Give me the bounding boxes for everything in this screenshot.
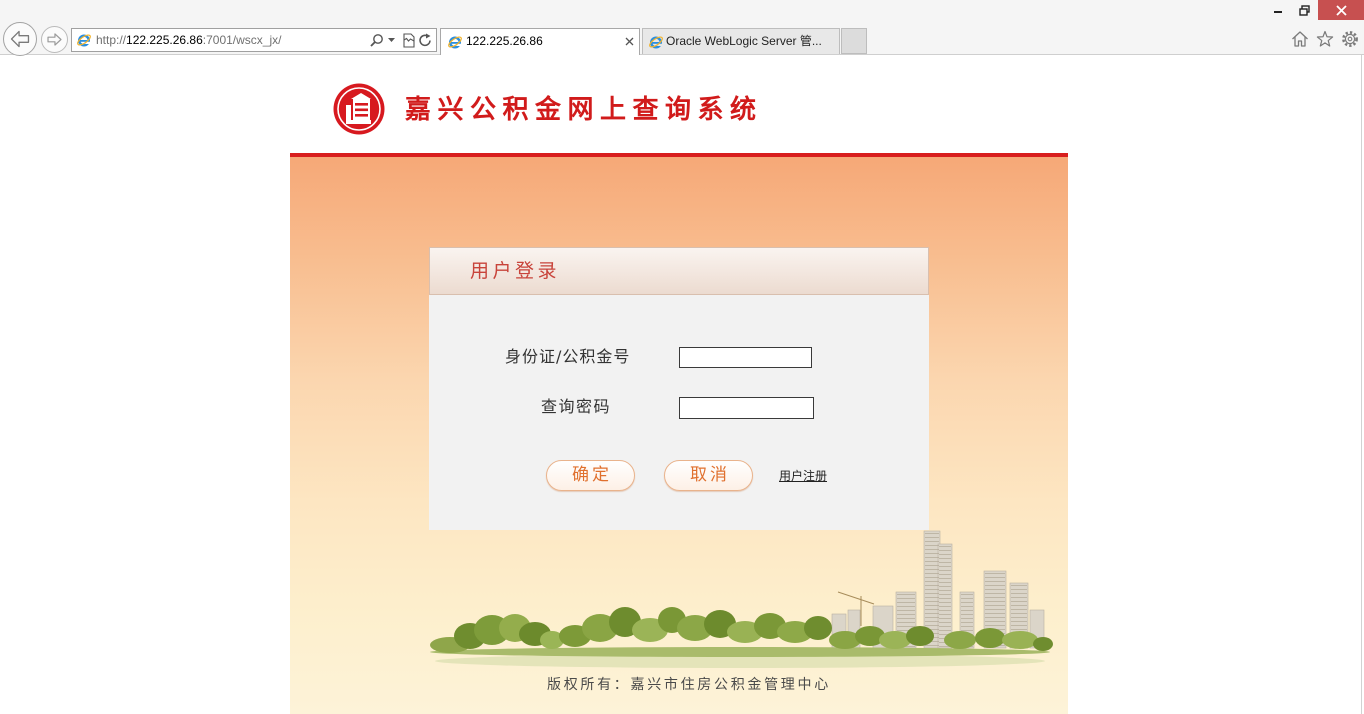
login-header: 用户登录	[429, 247, 929, 295]
back-button[interactable]	[3, 22, 37, 56]
login-box: 用户登录 身份证/公积金号 查询密码 确定 取消 用户注册	[429, 247, 929, 530]
minimize-button[interactable]	[1267, 0, 1289, 20]
password-label: 查询密码	[541, 397, 612, 416]
back-arrow-icon	[10, 30, 30, 48]
forward-arrow-icon	[47, 33, 62, 46]
ie-icon	[77, 34, 91, 47]
password-input[interactable]	[679, 397, 814, 419]
cancel-button[interactable]: 取消	[664, 460, 753, 491]
copyright-footer: 版权所有：嘉兴市住房公积金管理中心	[547, 677, 831, 693]
tab-label: Oracle WebLogic Server 管...	[666, 34, 822, 48]
gear-icon[interactable]	[1341, 30, 1359, 48]
id-number-label: 身份证/公积金号	[505, 347, 631, 366]
compat-view-icon[interactable]	[403, 33, 415, 48]
close-window-button[interactable]	[1318, 0, 1364, 20]
search-dropdown-icon[interactable]	[388, 38, 395, 43]
browser-chrome: http://122.225.26.86:7001/wscx_jx/ 122.2…	[0, 0, 1364, 56]
close-icon	[1335, 4, 1347, 16]
close-tab-icon[interactable]	[625, 37, 634, 46]
ie-icon	[448, 36, 462, 49]
url-host: 122.225.26.86	[126, 33, 203, 47]
city-skyline-illustration	[430, 530, 1053, 668]
tab-inactive[interactable]: Oracle WebLogic Server 管...	[642, 28, 840, 54]
url-scheme: http://	[96, 33, 127, 47]
id-number-input[interactable]	[679, 347, 812, 368]
scrollbar-edge	[1361, 55, 1362, 714]
url-path: :7001/wscx_jx/	[202, 33, 282, 47]
new-tab-button[interactable]	[841, 28, 867, 54]
url-text[interactable]: http://122.225.26.86:7001/wscx_jx/	[96, 29, 281, 51]
register-link[interactable]: 用户注册	[779, 468, 827, 484]
forward-button[interactable]	[41, 26, 68, 53]
home-icon[interactable]	[1291, 30, 1309, 48]
site-title: 嘉兴公积金网上查询系统	[405, 95, 763, 125]
refresh-icon[interactable]	[418, 33, 432, 47]
address-bar[interactable]: http://122.225.26.86:7001/wscx_jx/	[71, 28, 437, 52]
restore-button[interactable]	[1293, 0, 1315, 20]
minimize-icon	[1274, 11, 1282, 13]
housing-fund-emblem-icon	[333, 83, 385, 135]
search-icon[interactable]	[369, 33, 384, 48]
tab-label: 122.225.26.86	[466, 34, 543, 48]
star-icon[interactable]	[1316, 30, 1334, 48]
tab-active[interactable]: 122.225.26.86	[440, 28, 640, 55]
restore-icon	[1298, 4, 1310, 16]
ie-icon	[649, 36, 663, 49]
confirm-button[interactable]: 确定	[546, 460, 635, 491]
login-title: 用户登录	[470, 260, 561, 282]
